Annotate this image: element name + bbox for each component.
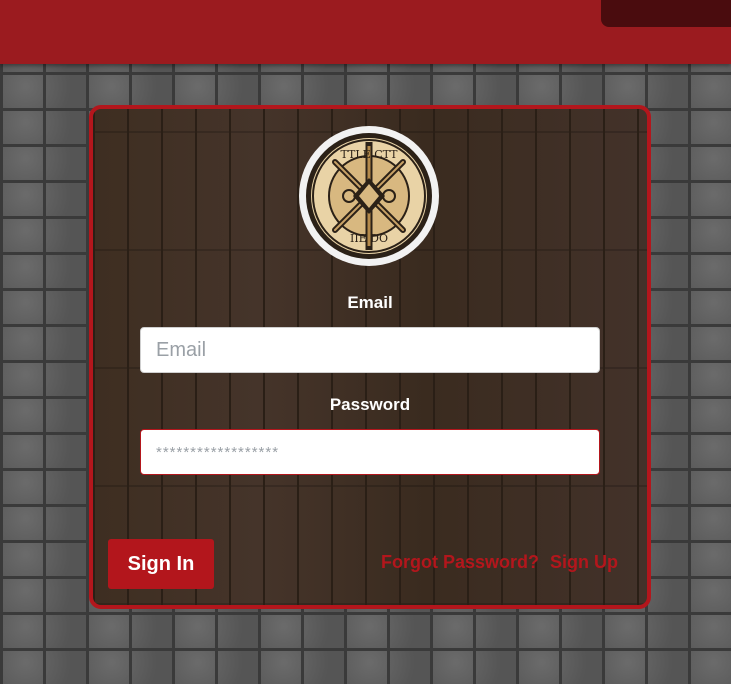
- top-header-bar: [0, 0, 731, 64]
- forgot-password-link[interactable]: Forgot Password?: [381, 552, 539, 573]
- login-card: TTLE CTT IIE DO Email Password Sign In F…: [89, 105, 651, 609]
- svg-text:TTLE CTT: TTLE CTT: [340, 148, 398, 161]
- email-input[interactable]: [140, 327, 600, 373]
- svg-text:IIE DO: IIE DO: [350, 232, 388, 245]
- email-label: Email: [347, 293, 393, 312]
- password-input[interactable]: [140, 429, 600, 475]
- sign-up-link[interactable]: Sign Up: [550, 552, 618, 573]
- app-logo: TTLE CTT IIE DO: [299, 126, 439, 266]
- sign-in-button[interactable]: Sign In: [108, 539, 214, 589]
- emblem-icon: TTLE CTT IIE DO: [306, 133, 432, 259]
- header-tab[interactable]: [601, 0, 731, 27]
- password-label: Password: [329, 395, 411, 414]
